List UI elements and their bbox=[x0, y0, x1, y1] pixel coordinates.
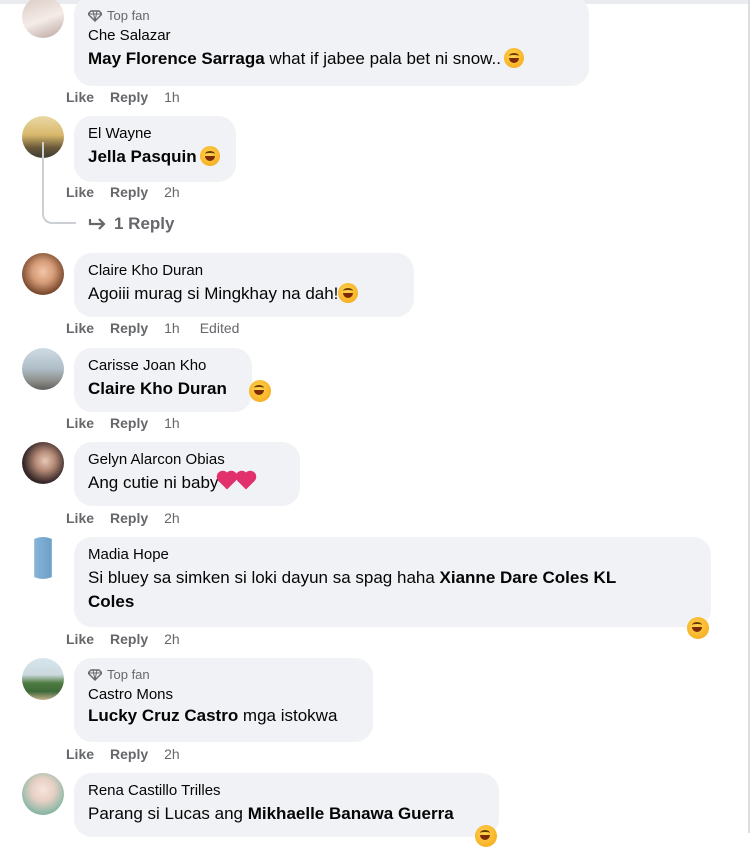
comment-actions: Like Reply 2h bbox=[66, 746, 180, 762]
comment-actions: Like Reply 2h bbox=[66, 510, 180, 526]
avatar[interactable] bbox=[22, 0, 64, 38]
comment-body: Ang cutie ni baby bbox=[88, 473, 219, 492]
comment-actions: Like Reply 2h bbox=[66, 631, 180, 647]
like-button[interactable]: Like bbox=[66, 89, 94, 105]
laughing-emoji-icon bbox=[687, 617, 709, 639]
commenter-name[interactable]: Madia Hope bbox=[88, 545, 697, 564]
comment-bubble: Claire Kho Duran Agoiii murag si Mingkha… bbox=[74, 253, 414, 317]
mention-link[interactable]: Claire Kho Duran bbox=[88, 379, 227, 398]
laughing-emoji-icon bbox=[475, 825, 497, 847]
comment-text: Parang si Lucas ang Mikhaelle Banawa Gue… bbox=[88, 802, 485, 826]
comment-text: Agoiii murag si Mingkhay na dah! bbox=[88, 282, 400, 306]
reply-button[interactable]: Reply bbox=[110, 184, 148, 200]
heart-icon bbox=[218, 472, 236, 490]
mention-link[interactable]: May Florence Sarraga bbox=[88, 49, 265, 68]
comment-bubble: Rena Castillo Trilles Parang si Lucas an… bbox=[74, 773, 499, 837]
commenter-name[interactable]: Che Salazar bbox=[88, 26, 575, 45]
mention-link[interactable]: Coles bbox=[88, 592, 134, 611]
timestamp[interactable]: 2h bbox=[164, 510, 180, 526]
comment-body: Agoiii murag si Mingkhay na dah! bbox=[88, 284, 339, 303]
diamond-icon bbox=[88, 9, 102, 22]
commenter-name[interactable]: Castro Mons bbox=[88, 685, 359, 704]
tears-of-joy-emoji-icon bbox=[338, 283, 359, 303]
comment-bubble: Gelyn Alarcon Obias Ang cutie ni baby bbox=[74, 442, 300, 506]
heart-icon bbox=[237, 472, 255, 490]
comment-body: Si bluey sa simken si loki dayun sa spag… bbox=[88, 568, 440, 587]
edited-label: Edited bbox=[199, 320, 240, 336]
comment-bubble: Top fan Che Salazar May Florence Sarraga… bbox=[74, 0, 589, 86]
view-replies-link[interactable]: 1 Reply bbox=[88, 214, 174, 234]
top-fan-label: Top fan bbox=[107, 8, 150, 23]
comment-text: Si bluey sa simken si loki dayun sa spag… bbox=[88, 566, 697, 614]
laughing-emoji-icon bbox=[249, 380, 271, 402]
comment-text: Lucky Cruz Castro mga istokwa bbox=[88, 704, 359, 728]
reply-button[interactable]: Reply bbox=[110, 746, 148, 762]
like-button[interactable]: Like bbox=[66, 415, 94, 431]
commenter-name[interactable]: Claire Kho Duran bbox=[88, 261, 400, 280]
comment-actions: Like Reply 1h bbox=[66, 89, 180, 105]
commenter-name[interactable]: Carisse Joan Kho bbox=[88, 356, 238, 375]
avatar[interactable] bbox=[22, 773, 64, 815]
grinning-emoji-icon bbox=[503, 48, 524, 68]
avatar[interactable] bbox=[22, 442, 64, 484]
reply-button[interactable]: Reply bbox=[110, 89, 148, 105]
comment-text: Ang cutie ni baby bbox=[88, 471, 286, 495]
commenter-name[interactable]: Rena Castillo Trilles bbox=[88, 781, 485, 800]
commenter-name[interactable]: El Wayne bbox=[88, 124, 222, 143]
mention-link[interactable]: Mikhaelle Banawa Guerra bbox=[248, 804, 454, 823]
mention-link[interactable]: Jella Pasquin bbox=[88, 147, 197, 166]
comment-text: May Florence Sarraga what if jabee pala … bbox=[88, 47, 575, 71]
comment-bubble: El Wayne Jella Pasquin bbox=[74, 116, 236, 182]
like-button[interactable]: Like bbox=[66, 746, 94, 762]
commenter-name[interactable]: Gelyn Alarcon Obias bbox=[88, 450, 286, 469]
like-button[interactable]: Like bbox=[66, 510, 94, 526]
timestamp[interactable]: 2h bbox=[164, 631, 180, 647]
reply-button[interactable]: Reply bbox=[110, 320, 148, 336]
like-button[interactable]: Like bbox=[66, 631, 94, 647]
thread-line bbox=[42, 142, 76, 224]
comment-actions: Like Reply 2h bbox=[66, 184, 180, 200]
avatar[interactable] bbox=[22, 658, 64, 700]
reply-button[interactable]: Reply bbox=[110, 510, 148, 526]
avatar[interactable] bbox=[22, 348, 64, 390]
reply-button[interactable]: Reply bbox=[110, 415, 148, 431]
comment-actions: Like Reply 1h bbox=[66, 415, 180, 431]
like-button[interactable]: Like bbox=[66, 320, 94, 336]
mention-link[interactable]: Xianne Dare Coles KL bbox=[440, 568, 617, 587]
reply-arrow-icon bbox=[88, 218, 106, 230]
mention-link[interactable]: Lucky Cruz Castro bbox=[88, 706, 238, 725]
comment-actions: Like Reply 1h Edited bbox=[66, 320, 239, 336]
timestamp[interactable]: 1h bbox=[164, 320, 180, 336]
comment-text: Jella Pasquin bbox=[88, 145, 222, 169]
comment-bubble: Carisse Joan Kho Claire Kho Duran bbox=[74, 348, 252, 412]
top-fan-badge: Top fan bbox=[88, 667, 359, 682]
top-fan-label: Top fan bbox=[107, 667, 150, 682]
comment-body: Parang si Lucas ang bbox=[88, 804, 248, 823]
laughing-emoji-icon bbox=[199, 146, 220, 166]
comment-body: mga istokwa bbox=[238, 706, 338, 725]
comment-text: Claire Kho Duran bbox=[88, 377, 238, 401]
diamond-icon bbox=[88, 668, 102, 681]
avatar[interactable] bbox=[22, 537, 64, 579]
timestamp[interactable]: 1h bbox=[164, 415, 180, 431]
timestamp[interactable]: 2h bbox=[164, 746, 180, 762]
comment-bubble: Madia Hope Si bluey sa simken si loki da… bbox=[74, 537, 711, 627]
timestamp[interactable]: 2h bbox=[164, 184, 180, 200]
timestamp[interactable]: 1h bbox=[164, 89, 180, 105]
comment-body: what if jabee pala bet ni snow.. bbox=[264, 49, 501, 68]
reply-button[interactable]: Reply bbox=[110, 631, 148, 647]
avatar[interactable] bbox=[22, 253, 64, 295]
comment-bubble: Top fan Castro Mons Lucky Cruz Castro mg… bbox=[74, 658, 373, 742]
replies-count[interactable]: 1 Reply bbox=[114, 214, 174, 234]
top-fan-badge: Top fan bbox=[88, 8, 575, 23]
